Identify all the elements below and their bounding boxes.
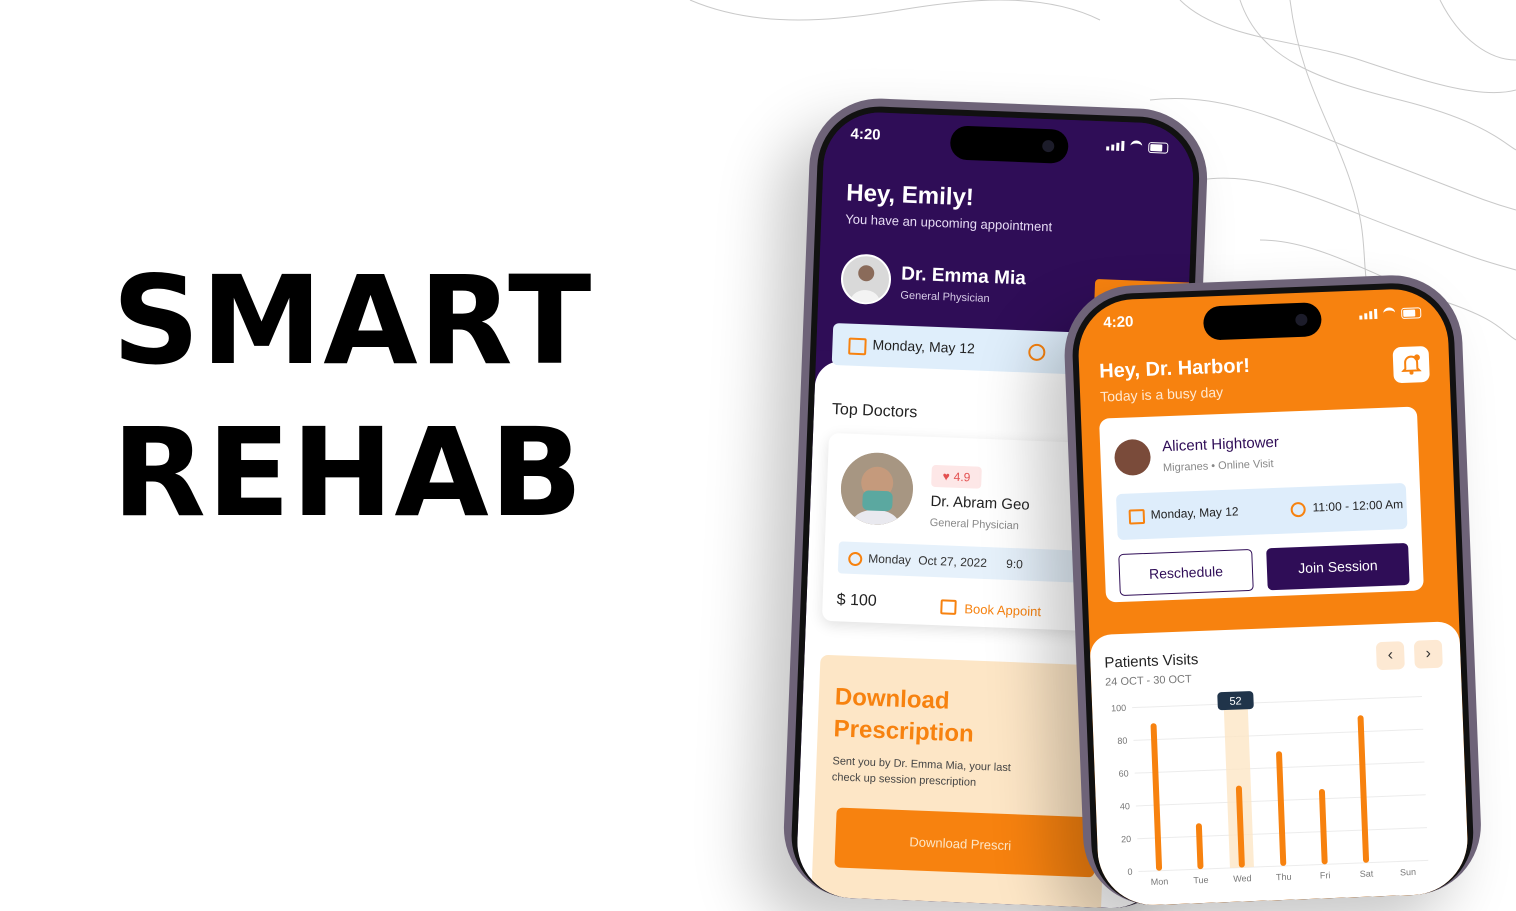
availability-day: Monday: [868, 551, 912, 568]
download-title-line-1: Download: [834, 683, 951, 715]
x-tick-label: Tue: [1193, 875, 1209, 886]
headline: SMART REHAB: [112, 245, 592, 549]
doctor-avatar-icon: [850, 265, 881, 303]
calendar-icon: [940, 599, 957, 615]
greeting-subtitle: Today is a busy day: [1099, 383, 1224, 405]
appointment-date: Monday, May 12: [872, 336, 976, 357]
x-tick-label: Sun: [1400, 867, 1416, 878]
clock-icon: [847, 551, 863, 567]
appointment-time-bar: Monday, May 12 11:00 - 12:00 Am: [1115, 482, 1408, 541]
rating-badge: ♥ 4.9: [931, 464, 982, 489]
top-doctor-name: Dr. Abram Geo: [930, 492, 1030, 514]
patient-meta: Migranes • Online Visit: [1162, 458, 1274, 475]
download-title-line-2: Prescription: [833, 715, 975, 748]
calendar-icon: [1128, 508, 1146, 525]
x-tick-label: Mon: [1151, 876, 1169, 887]
rating-value: 4.9: [953, 469, 971, 485]
y-tick-label: 80: [1117, 736, 1127, 746]
appointment-card: Alicent Hightower Migranes • Online Visi…: [1099, 406, 1424, 603]
chevron-right-icon: ›: [1425, 645, 1432, 663]
patient-name: Alicent Hightower: [1161, 433, 1280, 456]
y-tick-label: 100: [1111, 703, 1126, 714]
chevron-left-icon: ‹: [1387, 646, 1394, 664]
bar-tue: [1195, 823, 1204, 870]
top-doctor-specialty: General Physician: [929, 516, 1020, 533]
highlight-label: 52: [1229, 695, 1242, 707]
signal-icon: [1359, 308, 1378, 320]
bell-icon: [1401, 354, 1422, 375]
bar-thu: [1276, 751, 1287, 866]
y-tick-label: 40: [1120, 801, 1130, 811]
clock-icon: [1290, 501, 1306, 518]
patients-visits-panel: Patients Visits 24 OCT - 30 OCT ‹ › 0 20 4…: [1089, 621, 1470, 908]
bar-fri: [1318, 788, 1328, 865]
wifi-icon: [1382, 307, 1396, 320]
next-week-button[interactable]: ›: [1413, 639, 1443, 669]
patient-avatar: [1113, 438, 1152, 477]
greeting: Hey, Emily!: [845, 179, 975, 212]
wifi-icon: [1130, 140, 1143, 153]
y-tick-label: 60: [1118, 768, 1128, 778]
prev-week-button[interactable]: ‹: [1375, 641, 1405, 671]
doctor-photo: [839, 451, 915, 527]
book-appointment-link[interactable]: Book Appoint: [940, 599, 1041, 619]
appointment-time: 11:00 - 12:00 Am: [1312, 497, 1404, 515]
heart-icon: ♥: [942, 469, 950, 484]
visits-bar-chart: 0 20 40 60 80 100 Mon Tue 52 Wed Thu Fri Sat Sun: [1111, 691, 1429, 887]
x-tick-label: Thu: [1276, 872, 1292, 883]
x-tick-label: Sat: [1360, 868, 1374, 879]
doctor-photo-icon: [839, 451, 915, 527]
reschedule-button[interactable]: Reschedule: [1118, 548, 1254, 597]
download-title: Download Prescription: [833, 681, 975, 750]
grid-line: [1132, 695, 1422, 709]
battery-icon: [1400, 306, 1422, 319]
y-tick-label: 0: [1127, 867, 1132, 877]
x-tick-label: Wed: [1233, 873, 1252, 884]
doctor-phone-mockup: 4:20 Hey, Dr. Harbor! Today is a busy da…: [1062, 272, 1484, 908]
availability-date: Oct 27, 2022: [917, 553, 988, 571]
availability-time: 9:0: [1005, 556, 1024, 572]
download-prescription-button[interactable]: Download Prescri: [834, 807, 1097, 878]
x-tick-label: Fri: [1320, 870, 1331, 880]
join-session-button[interactable]: Join Session: [1266, 542, 1410, 591]
y-tick-label: 20: [1121, 834, 1131, 844]
status-time: 4:20: [1103, 313, 1134, 332]
download-prescription-card: Download Prescription Sent you by Dr. Em…: [810, 654, 1111, 911]
greeting: Hey, Dr. Harbor!: [1098, 354, 1251, 383]
face-mask: [862, 490, 893, 512]
bar-mon: [1150, 723, 1163, 871]
status-time: 4:20: [850, 125, 881, 144]
consultation-price: $ 100: [836, 591, 878, 610]
book-label: Book Appoint: [964, 601, 1042, 620]
doctor-app-screen: 4:20 Hey, Dr. Harbor! Today is a busy da…: [1076, 287, 1470, 908]
grid-line: [1133, 728, 1424, 741]
section-title: Top Doctors: [831, 401, 918, 422]
clock-icon: [1028, 343, 1046, 362]
headline-line-2: REHAB: [112, 402, 584, 544]
battery-icon: [1148, 141, 1169, 154]
headline-line-1: SMART: [112, 250, 593, 392]
appointment-date: Monday, May 12: [1150, 504, 1239, 522]
calendar-icon: [848, 337, 867, 356]
visits-range: 24 OCT - 30 OCT: [1104, 673, 1192, 689]
download-description: Sent you by Dr. Emma Mia, your last chec…: [831, 755, 1012, 789]
visits-title: Patients Visits: [1104, 651, 1199, 672]
notification-button[interactable]: [1392, 345, 1430, 384]
bar-sat: [1357, 715, 1370, 863]
signal-icon: [1106, 140, 1125, 152]
